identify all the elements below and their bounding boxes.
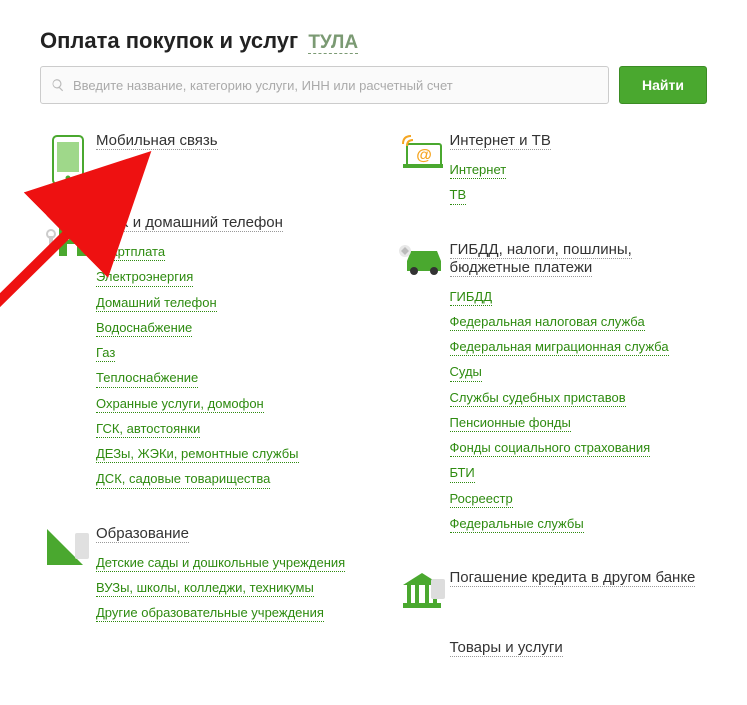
link-item[interactable]: Суды xyxy=(450,364,482,381)
link-item[interactable]: ВУЗы, школы, колледжи, техникумы xyxy=(96,580,314,597)
link-item[interactable]: Интернет xyxy=(450,162,507,179)
search-row: Найти xyxy=(40,66,707,104)
category-title[interactable]: ЖКХ и домашний телефон xyxy=(96,214,283,232)
link-item[interactable]: ГСК, автостоянки xyxy=(96,421,200,438)
link-item[interactable]: Водоснабжение xyxy=(96,320,192,337)
category-title[interactable]: Погашение кредита в другом банке xyxy=(450,569,696,587)
title-text: Оплата покупок и услуг xyxy=(40,28,298,53)
category-goods: Товары и услуги xyxy=(394,639,708,657)
category-title[interactable]: Образование xyxy=(96,525,189,543)
search-button[interactable]: Найти xyxy=(619,66,707,104)
house-icon xyxy=(40,214,96,497)
cart-icon xyxy=(394,639,450,657)
city-selector[interactable]: ТУЛА xyxy=(308,32,358,54)
phone-icon xyxy=(40,132,96,186)
link-item[interactable]: Службы судебных приставов xyxy=(450,390,626,407)
link-item[interactable]: Газ xyxy=(96,345,115,362)
category-mobile: Мобильная связь xyxy=(40,132,354,186)
car-icon xyxy=(394,241,450,542)
link-item[interactable]: Охранные услуги, домофон xyxy=(96,396,264,413)
category-title[interactable]: ГИБДД, налоги, пошлины, бюджетные платеж… xyxy=(450,241,632,277)
link-item[interactable]: ТВ xyxy=(450,187,467,204)
link-item[interactable]: Квартплата xyxy=(96,244,165,261)
link-item[interactable]: Федеральная налоговая служба xyxy=(450,314,645,331)
education-icon xyxy=(40,525,96,631)
page-title: Оплата покупок и услуг ТУЛА xyxy=(40,28,707,54)
link-item[interactable]: Теплоснабжение xyxy=(96,370,198,387)
bank-icon xyxy=(394,569,450,611)
link-item[interactable]: Пенсионные фонды xyxy=(450,415,571,432)
link-item[interactable]: Детские сады и дошкольные учреждения xyxy=(96,555,345,572)
search-icon xyxy=(51,78,65,92)
link-item[interactable]: Фонды социального страхования xyxy=(450,440,651,457)
link-item[interactable]: Электроэнергия xyxy=(96,269,193,286)
link-item[interactable]: БТИ xyxy=(450,465,475,482)
right-column: @ Интернет и ТВ Интернет ТВ ГИБДД, налог… xyxy=(394,132,708,685)
category-utilities: ЖКХ и домашний телефон Квартплата Электр… xyxy=(40,214,354,497)
category-title[interactable]: Интернет и ТВ xyxy=(450,132,551,150)
category-internet: @ Интернет и ТВ Интернет ТВ xyxy=(394,132,708,213)
link-item[interactable]: ДЕЗы, ЖЭКи, ремонтные службы xyxy=(96,446,299,463)
link-item[interactable]: Домашний телефон xyxy=(96,295,217,312)
left-column: Мобильная связь ЖКХ и домашний телефон К… xyxy=(40,132,354,685)
category-gov: ГИБДД, налоги, пошлины, бюджетные платеж… xyxy=(394,241,708,542)
link-item[interactable]: ДСК, садовые товарищества xyxy=(96,471,270,488)
search-box xyxy=(40,66,609,104)
link-item[interactable]: Федеральная миграционная служба xyxy=(450,339,669,356)
internet-icon: @ xyxy=(394,132,450,213)
step-badge: 1 xyxy=(47,182,71,206)
svg-text:@: @ xyxy=(416,147,432,164)
category-credit: Погашение кредита в другом банке xyxy=(394,569,708,611)
link-item[interactable]: Федеральные службы xyxy=(450,516,584,533)
category-title[interactable]: Мобильная связь xyxy=(96,132,218,150)
category-education: Образование Детские сады и дошкольные уч… xyxy=(40,525,354,631)
link-item[interactable]: Росреестр xyxy=(450,491,513,508)
search-input[interactable] xyxy=(71,77,598,94)
category-title[interactable]: Товары и услуги xyxy=(450,639,563,657)
link-item[interactable]: ГИБДД xyxy=(450,289,493,306)
link-item[interactable]: Другие образовательные учреждения xyxy=(96,605,324,622)
